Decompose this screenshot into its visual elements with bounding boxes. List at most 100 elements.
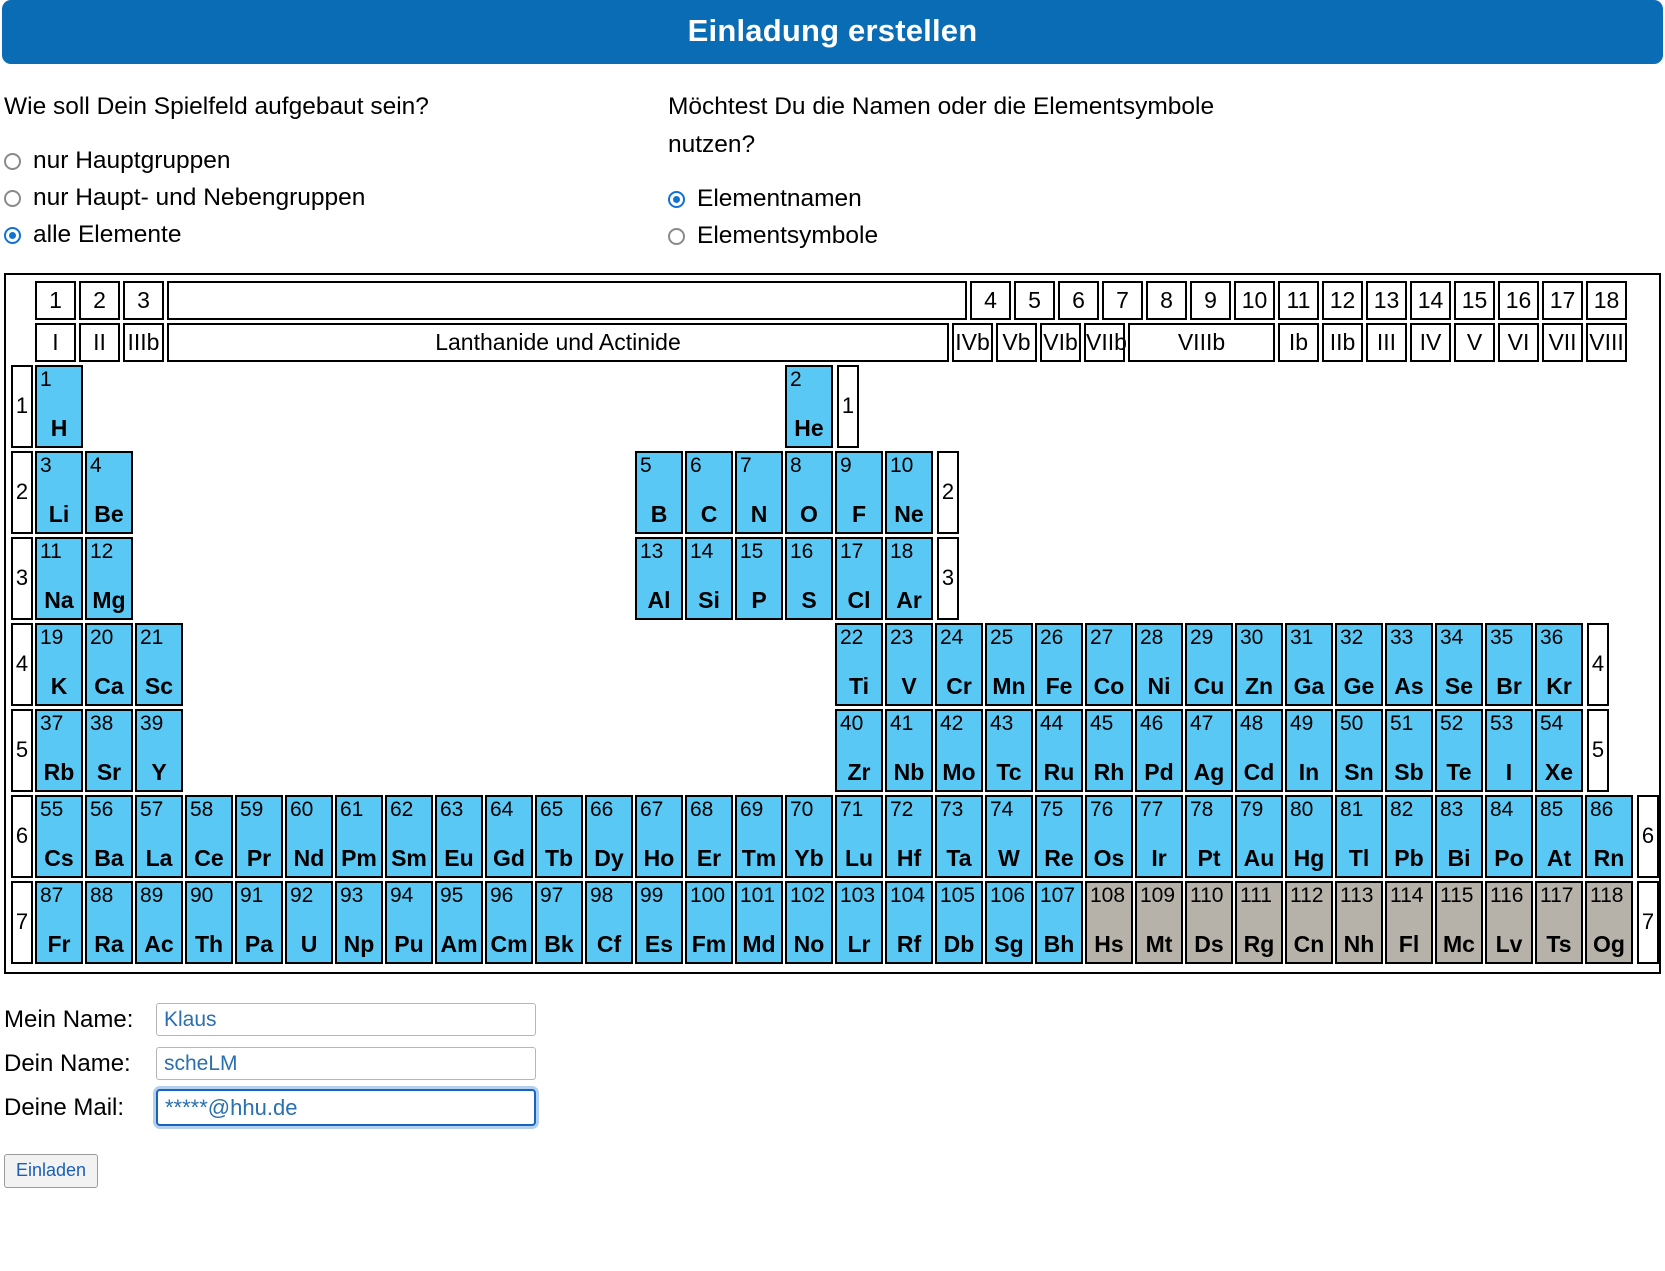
element-cell-Mg[interactable]: 12 Mg [85, 536, 133, 620]
element-cell-Lr[interactable]: 103 Lr [835, 880, 883, 964]
form-input-1[interactable] [156, 1047, 536, 1081]
element-cell-Al[interactable]: 13 Al [635, 536, 683, 620]
element-cell-Ra[interactable]: 88 Ra [85, 880, 133, 964]
radio-icon[interactable] [4, 189, 21, 207]
element-cell-Ar[interactable]: 18 Ar [885, 536, 933, 620]
element-cell-Rh[interactable]: 45 Rh [1085, 708, 1133, 792]
element-cell-Ru[interactable]: 44 Ru [1035, 708, 1083, 792]
element-cell-Si[interactable]: 14 Si [685, 536, 733, 620]
element-cell-Bi[interactable]: 83 Bi [1435, 794, 1483, 878]
element-cell-Ni[interactable]: 28 Ni [1135, 622, 1183, 706]
element-cell-Bk[interactable]: 97 Bk [535, 880, 583, 964]
element-cell-Yb[interactable]: 70 Yb [785, 794, 833, 878]
element-cell-Hg[interactable]: 80 Hg [1285, 794, 1333, 878]
element-cell-Eu[interactable]: 63 Eu [435, 794, 483, 878]
element-cell-Hf[interactable]: 72 Hf [885, 794, 933, 878]
element-cell-Fr[interactable]: 87 Fr [35, 880, 83, 964]
element-cell-Rn[interactable]: 86 Rn [1585, 794, 1633, 878]
element-cell-As[interactable]: 33 As [1385, 622, 1433, 706]
element-cell-Ho[interactable]: 67 Ho [635, 794, 683, 878]
element-cell-Os[interactable]: 76 Os [1085, 794, 1133, 878]
element-cell-N[interactable]: 7N [735, 450, 783, 534]
element-cell-Cd[interactable]: 48 Cd [1235, 708, 1283, 792]
element-cell-Cl[interactable]: 17 Cl [835, 536, 883, 620]
element-cell-K[interactable]: 19 K [35, 622, 83, 706]
element-cell-Sc[interactable]: 21 Sc [135, 622, 183, 706]
element-cell-P[interactable]: 15 P [735, 536, 783, 620]
element-cell-Cu[interactable]: 29 Cu [1185, 622, 1233, 706]
element-cell-Ca[interactable]: 20 Ca [85, 622, 133, 706]
element-cell-Cr[interactable]: 24 Cr [935, 622, 983, 706]
element-cell-Xe[interactable]: 54 Xe [1535, 708, 1583, 792]
element-cell-Sn[interactable]: 50 Sn [1335, 708, 1383, 792]
element-cell-In[interactable]: 49 In [1285, 708, 1333, 792]
element-cell-Li[interactable]: 3 Li [35, 450, 83, 534]
element-cell-Pm[interactable]: 61 Pm [335, 794, 383, 878]
element-cell-La[interactable]: 57 La [135, 794, 183, 878]
element-cell-Th[interactable]: 90 Th [185, 880, 233, 964]
element-cell-Pb[interactable]: 82 Pb [1385, 794, 1433, 878]
element-cell-I[interactable]: 53 I [1485, 708, 1533, 792]
element-cell-Tm[interactable]: 69 Tm [735, 794, 783, 878]
element-cell-Fm[interactable]: 100 Fm [685, 880, 733, 964]
element-cell-Ge[interactable]: 32 Ge [1335, 622, 1383, 706]
element-cell-At[interactable]: 85 At [1535, 794, 1583, 878]
element-cell-Db[interactable]: 105 Db [935, 880, 983, 964]
element-cell-Fe[interactable]: 26 Fe [1035, 622, 1083, 706]
element-cell-Cs[interactable]: 55 Cs [35, 794, 83, 878]
element-cell-Mo[interactable]: 42 Mo [935, 708, 983, 792]
element-cell-Sm[interactable]: 62 Sm [385, 794, 433, 878]
element-cell-No[interactable]: 102 No [785, 880, 833, 964]
element-cell-O[interactable]: 8O [785, 450, 833, 534]
element-cell-Rf[interactable]: 104 Rf [885, 880, 933, 964]
element-cell-Ne[interactable]: 10 Ne [885, 450, 933, 534]
radio-icon[interactable] [4, 152, 21, 170]
element-cell-Se[interactable]: 34 Se [1435, 622, 1483, 706]
element-cell-Co[interactable]: 27 Co [1085, 622, 1133, 706]
element-cell-Bh[interactable]: 107 Bh [1035, 880, 1083, 964]
radio-icon[interactable] [668, 227, 685, 245]
element-cell-Dy[interactable]: 66 Dy [585, 794, 633, 878]
element-cell-Nb[interactable]: 41 Nb [885, 708, 933, 792]
element-cell-Sr[interactable]: 38 Sr [85, 708, 133, 792]
element-cell-Ta[interactable]: 73 Ta [935, 794, 983, 878]
element-cell-V[interactable]: 23 V [885, 622, 933, 706]
element-cell-Pd[interactable]: 46 Pd [1135, 708, 1183, 792]
element-cell-Rb[interactable]: 37 Rb [35, 708, 83, 792]
element-cell-H[interactable]: 1H [35, 364, 83, 448]
element-cell-Pt[interactable]: 78 Pt [1185, 794, 1233, 878]
element-cell-Pr[interactable]: 59 Pr [235, 794, 283, 878]
element-cell-Zr[interactable]: 40 Zr [835, 708, 883, 792]
element-cell-Ba[interactable]: 56 Ba [85, 794, 133, 878]
element-cell-Cf[interactable]: 98 Cf [585, 880, 633, 964]
element-cell-Kr[interactable]: 36 Kr [1535, 622, 1583, 706]
einladen-button[interactable]: Einladen [4, 1153, 99, 1188]
radio-icon-selected[interactable] [668, 190, 685, 208]
radio-icon-selected[interactable] [4, 226, 21, 244]
element-cell-Np[interactable]: 93 Np [335, 880, 383, 964]
element-cell-Lu[interactable]: 71 Lu [835, 794, 883, 878]
form-input-0[interactable] [156, 1003, 536, 1037]
element-cell-S[interactable]: 16 S [785, 536, 833, 620]
element-cell-C[interactable]: 6C [685, 450, 733, 534]
element-cell-Nd[interactable]: 60 Nd [285, 794, 333, 878]
element-cell-Pa[interactable]: 91 Pa [235, 880, 283, 964]
element-cell-Au[interactable]: 79 Au [1235, 794, 1283, 878]
element-cell-Re[interactable]: 75 Re [1035, 794, 1083, 878]
element-cell-Ac[interactable]: 89 Ac [135, 880, 183, 964]
element-cell-Am[interactable]: 95 Am [435, 880, 483, 964]
element-cell-Sb[interactable]: 51 Sb [1385, 708, 1433, 792]
element-cell-Pu[interactable]: 94 Pu [385, 880, 433, 964]
element-cell-Y[interactable]: 39 Y [135, 708, 183, 792]
element-cell-Ag[interactable]: 47 Ag [1185, 708, 1233, 792]
element-cell-Te[interactable]: 52 Te [1435, 708, 1483, 792]
element-cell-Cm[interactable]: 96 Cm [485, 880, 533, 964]
element-cell-Er[interactable]: 68 Er [685, 794, 733, 878]
element-cell-F[interactable]: 9F [835, 450, 883, 534]
element-cell-Sg[interactable]: 106 Sg [985, 880, 1033, 964]
element-cell-Mn[interactable]: 25 Mn [985, 622, 1033, 706]
element-cell-Tl[interactable]: 81 Tl [1335, 794, 1383, 878]
element-cell-He[interactable]: 2 He [785, 364, 833, 448]
element-cell-Gd[interactable]: 64 Gd [485, 794, 533, 878]
element-cell-Ti[interactable]: 22 Ti [835, 622, 883, 706]
